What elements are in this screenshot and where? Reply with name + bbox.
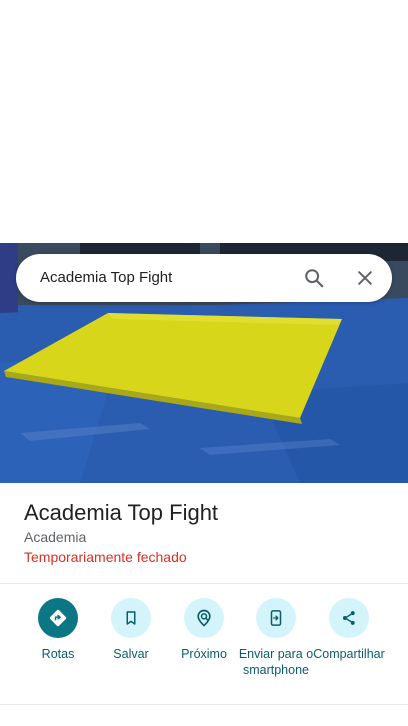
search-bar[interactable]: Academia Top Fight bbox=[16, 254, 392, 302]
nearby-label: Próximo bbox=[181, 647, 227, 661]
clear-search-button[interactable] bbox=[350, 263, 380, 293]
bookmark-icon bbox=[111, 598, 151, 638]
search-button[interactable] bbox=[299, 263, 329, 293]
nearby-icon bbox=[184, 598, 224, 638]
save-button[interactable]: Salvar bbox=[93, 598, 169, 662]
share-icon bbox=[329, 598, 369, 638]
place-title: Academia Top Fight bbox=[24, 500, 219, 525]
send-to-phone-button[interactable]: Enviar para o smartphone bbox=[238, 598, 314, 678]
directions-label: Rotas bbox=[41, 647, 75, 661]
search-icon bbox=[305, 269, 324, 288]
place-category[interactable]: Academia bbox=[24, 529, 86, 545]
directions-icon bbox=[38, 598, 78, 638]
divider bbox=[0, 704, 408, 705]
share-button[interactable]: Compartilhar bbox=[311, 598, 387, 662]
save-label: Salvar bbox=[113, 647, 149, 661]
divider bbox=[0, 583, 408, 584]
send-to-phone-icon bbox=[256, 598, 296, 638]
send-to-phone-label: Enviar para o smartphone bbox=[238, 647, 314, 677]
share-label: Compartilhar bbox=[313, 647, 385, 661]
close-icon bbox=[358, 271, 372, 285]
nearby-button[interactable]: Próximo bbox=[166, 598, 242, 662]
directions-button[interactable]: Rotas bbox=[20, 598, 96, 662]
search-input[interactable]: Academia Top Fight bbox=[40, 269, 172, 286]
status-text: Temporariamente fechado bbox=[24, 549, 187, 565]
